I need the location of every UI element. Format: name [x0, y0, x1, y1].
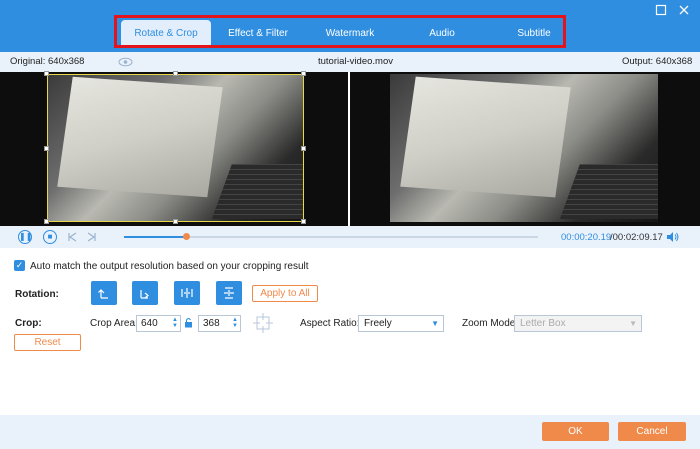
crop-area-label: Crop Area: [90, 318, 138, 329]
zoom-mode-label: Zoom Mode: [462, 318, 519, 329]
progress-track[interactable] [124, 233, 538, 240]
laptop-screen [400, 76, 571, 198]
current-time: 00:00:20.19 [561, 232, 612, 243]
rotate-left-icon [98, 289, 108, 299]
crop-handle[interactable] [301, 71, 306, 76]
total-time: /00:02:09.17 [610, 232, 663, 243]
output-video-frame [390, 74, 658, 222]
output-resolution: Output: 640x368 [622, 56, 693, 67]
crop-handle[interactable] [44, 71, 49, 76]
chevron-down-icon: ▼ [629, 319, 637, 328]
crop-label: Crop: [15, 318, 42, 329]
flip-horizontal-button[interactable] [174, 281, 200, 305]
crop-frame[interactable] [47, 74, 304, 222]
cancel-button[interactable]: Cancel [618, 422, 686, 441]
center-crop-icon[interactable] [253, 313, 273, 333]
rotation-label: Rotation: [15, 289, 59, 300]
aspect-ratio-select[interactable]: Freely ▼ [358, 315, 444, 332]
tabs-highlight-box [114, 15, 566, 48]
rotate-right-button[interactable] [132, 281, 158, 305]
chevron-down-icon: ▼ [431, 319, 439, 328]
aspect-ratio-value: Freely [364, 318, 392, 329]
rotate-left-button[interactable] [91, 281, 117, 305]
crop-handle[interactable] [173, 219, 178, 224]
crop-handle[interactable] [44, 146, 49, 151]
crop-handle[interactable] [301, 219, 306, 224]
flip-vertical-icon [224, 287, 234, 299]
output-preview [350, 72, 700, 226]
flip-vertical-button[interactable] [216, 281, 242, 305]
previous-frame-icon[interactable] [67, 232, 77, 242]
reset-button[interactable]: Reset [14, 334, 81, 351]
crop-handle[interactable] [173, 71, 178, 76]
original-resolution: Original: 640x368 [10, 56, 85, 67]
crop-height-stepper[interactable]: ▲ ▼ [232, 317, 238, 329]
rotate-right-icon [140, 290, 149, 299]
crop-handle[interactable] [301, 146, 306, 151]
crop-width-stepper[interactable]: ▲ ▼ [172, 317, 178, 329]
auto-match-checkbox[interactable]: ✓ [14, 260, 25, 271]
flip-horizontal-icon [181, 288, 193, 298]
crop-width-value: 640 [141, 318, 158, 329]
stop-button[interactable]: ■ [43, 230, 57, 244]
volume-icon[interactable] [666, 231, 679, 243]
auto-match-label: Auto match the output resolution based o… [30, 261, 309, 272]
zoom-mode-value: Letter Box [520, 318, 566, 329]
info-bar: Original: 640x368 tutorial-video.mov Out… [0, 52, 700, 72]
progress-knob[interactable] [183, 233, 191, 240]
crop-width-input[interactable]: 640 ▲ ▼ [136, 315, 181, 332]
laptop-keyboard [559, 164, 658, 219]
progress-fill [124, 236, 187, 238]
aspect-ratio-label: Aspect Ratio: [300, 318, 360, 329]
eye-icon[interactable] [118, 57, 133, 67]
video-filename: tutorial-video.mov [318, 56, 393, 67]
crop-handle[interactable] [44, 219, 49, 224]
close-icon[interactable] [678, 4, 690, 16]
playback-bar: ❚❚ ■ 00:00:20.19 /00:02:09.17 [0, 226, 700, 248]
pause-button[interactable]: ❚❚ [18, 230, 32, 244]
lock-icon[interactable] [184, 317, 193, 328]
crop-height-value: 368 [203, 318, 220, 329]
crop-height-input[interactable]: 368 ▲ ▼ [198, 315, 241, 332]
apply-to-all-button[interactable]: Apply to All [252, 285, 318, 302]
zoom-mode-select: Letter Box ▼ [514, 315, 642, 332]
maximize-icon[interactable] [655, 4, 667, 16]
ok-button[interactable]: OK [542, 422, 609, 441]
next-frame-icon[interactable] [87, 232, 97, 242]
